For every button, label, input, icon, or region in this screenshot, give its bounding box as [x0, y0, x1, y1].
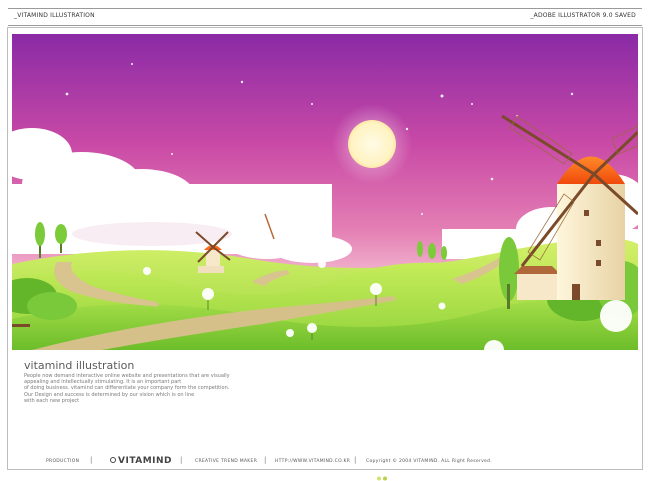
landscape-illustration-svg [12, 34, 638, 350]
footer-url[interactable]: HTTP://WWW.VITAMIND.CO.KR [275, 459, 350, 464]
moon [348, 120, 396, 168]
footer-copyright: Copyright © 2004 VITAMIND. ALL Right Res… [366, 459, 492, 464]
footer-brand: VITAMIND [118, 456, 173, 466]
footer-separator: | [90, 456, 93, 464]
footer-separator: | [180, 456, 183, 464]
footer-separator: | [264, 456, 267, 464]
landscape-illustration [12, 34, 638, 350]
footer-bar: PRODUCTION | VITAMIND | CREATIVE TREND M… [40, 455, 510, 469]
footer-production: PRODUCTION [46, 459, 80, 464]
header-left-label: _VITAMIND ILLUSTRATION [14, 12, 95, 19]
vitamind-logo-icon [110, 457, 116, 463]
ornament-dots [377, 476, 387, 481]
header-bar: _VITAMIND ILLUSTRATION _ADOBE ILLUSTRATO… [8, 8, 642, 26]
description-title: vitamind illustration [24, 359, 135, 372]
header-right-label: _ADOBE ILLUSTRATOR 9.0 SAVED [530, 12, 636, 19]
footer-tagline: CREATIVE TREND MAKER [195, 459, 258, 464]
description-text: People now demand interactive online web… [24, 373, 284, 404]
description-block: vitamind illustration People now demand … [24, 359, 284, 404]
footer-separator: | [354, 456, 357, 464]
description-line: with each new project [24, 397, 80, 404]
